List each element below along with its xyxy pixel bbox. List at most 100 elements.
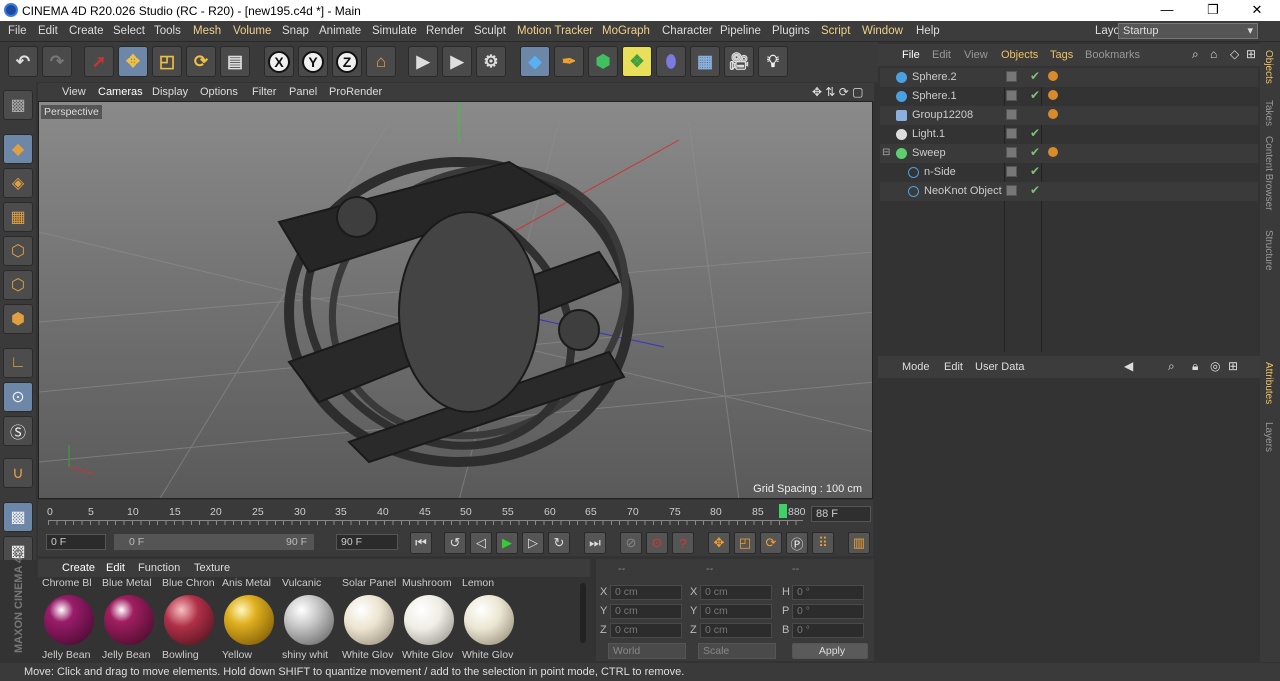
back-arrow-icon[interactable]: ◀ [1124, 359, 1133, 373]
attr-menu-mode[interactable]: Mode [902, 361, 930, 373]
object-row-group12208[interactable]: Group12208 [880, 106, 1258, 125]
minimize-button[interactable]: — [1144, 0, 1190, 21]
recent-tools-button[interactable]: ▤ [220, 46, 250, 77]
material-swatch[interactable]: Mushroom White Glov [400, 577, 458, 661]
viewport-menu-display[interactable]: Display [152, 86, 188, 98]
attr-menu-user-data[interactable]: User Data [975, 361, 1025, 373]
end-frame-field[interactable]: 90 F [336, 534, 398, 550]
menu-character[interactable]: Character [662, 25, 713, 37]
target-icon[interactable]: ◎ [1210, 359, 1220, 373]
menu-script[interactable]: Script [821, 25, 850, 37]
home-icon[interactable]: ⌂ [1210, 47, 1217, 61]
om-menu-tags[interactable]: Tags [1050, 49, 1073, 61]
material-swatch[interactable]: Blue Metal Jelly Bean [100, 577, 158, 661]
cloner-button[interactable]: ❖ [622, 46, 652, 77]
rot-b-field[interactable]: 0 ° [792, 623, 864, 638]
rotate-tool-button[interactable]: ⟳ [186, 46, 216, 77]
menu-select[interactable]: Select [113, 25, 145, 37]
points-mode-button[interactable]: ⬡ [3, 236, 33, 266]
workplane-lock-button[interactable]: ▩ [3, 502, 33, 532]
frame-range-slider[interactable]: 0 F 90 F [114, 534, 314, 550]
material-swatch[interactable]: Chrome Bl Jelly Bean [40, 577, 98, 661]
autokey-button[interactable]: ⊙ [646, 532, 668, 554]
floor-button[interactable]: ▦ [690, 46, 720, 77]
viewport-menu-panel[interactable]: Panel [289, 86, 317, 98]
viewport-menu-prorender[interactable]: ProRender [329, 86, 382, 98]
material-swatch[interactable]: Blue Chron Bowling [160, 577, 218, 661]
pos-x-field[interactable]: 0 cm [610, 585, 682, 600]
object-row-neoknot[interactable]: NeoKnot Object ✔ [880, 182, 1258, 201]
y-axis-lock-button[interactable]: Y [298, 46, 328, 77]
tab-attributes[interactable]: Attributes [1263, 362, 1274, 404]
menu-render[interactable]: Render [426, 25, 464, 37]
enabled-check-icon[interactable]: ✔ [1030, 164, 1040, 178]
texture-mode-button[interactable]: ◈ [3, 168, 33, 198]
undo-button[interactable]: ↶ [8, 46, 38, 77]
viewport-menu-filter[interactable]: Filter [252, 86, 276, 98]
menu-help[interactable]: Help [916, 25, 940, 37]
scale-tool-button[interactable]: ◰ [152, 46, 182, 77]
attr-menu-edit[interactable]: Edit [944, 361, 963, 373]
tab-structure[interactable]: Structure [1263, 230, 1274, 271]
x-axis-lock-button[interactable]: X [264, 46, 294, 77]
material-swatch[interactable]: Solar Panel White Glov [340, 577, 398, 661]
viewport-nav-icons[interactable]: ✥ ⇅ ⟳ ▢ [812, 85, 864, 99]
new-panel-icon[interactable]: ⊞ [1246, 47, 1256, 61]
model-mode-button[interactable]: ◆ [3, 134, 33, 164]
snap-button[interactable]: Ⓢ [3, 416, 33, 446]
visibility-toggle[interactable] [1006, 147, 1017, 158]
menu-create[interactable]: Create [69, 25, 104, 37]
axis-mode-button[interactable]: ∟ [3, 348, 33, 378]
menu-snap[interactable]: Snap [282, 25, 309, 37]
size-z-field[interactable]: 0 cm [700, 623, 772, 638]
lock-icon[interactable]: 🔒︎ [1192, 359, 1198, 374]
size-mode-dropdown[interactable]: Scale [698, 643, 776, 659]
om-menu-edit[interactable]: Edit [932, 49, 951, 61]
menu-edit[interactable]: Edit [38, 25, 58, 37]
object-row-sphere-1[interactable]: Sphere.1 ✔ [880, 87, 1258, 106]
viewport-menu-view[interactable]: View [62, 86, 86, 98]
render-settings-button[interactable]: ⚙ [476, 46, 506, 77]
object-row-n-side[interactable]: n-Side ✔ [880, 163, 1258, 182]
size-x-field[interactable]: 0 cm [700, 585, 772, 600]
rot-h-field[interactable]: 0 ° [792, 585, 864, 600]
camera-label[interactable]: Perspective [41, 105, 102, 119]
enabled-check-icon[interactable]: ✔ [1030, 126, 1040, 140]
current-frame-field[interactable]: 88 F [811, 506, 871, 522]
object-row-sweep[interactable]: ⊟ Sweep ✔ [880, 144, 1258, 163]
key-rotation-button[interactable]: ⟳ [760, 532, 782, 554]
coordinate-space-dropdown[interactable]: World [608, 643, 686, 659]
viewport-menu-options[interactable]: Options [200, 86, 238, 98]
make-editable-button[interactable]: ▩ [3, 90, 33, 120]
object-row-sphere-2[interactable]: Sphere.2 ✔ [880, 68, 1258, 87]
pos-y-field[interactable]: 0 cm [610, 604, 682, 619]
visibility-toggle[interactable] [1006, 71, 1017, 82]
menu-mesh[interactable]: Mesh [193, 25, 221, 37]
viewport-menu-cameras[interactable]: Cameras [98, 86, 143, 98]
enabled-check-icon[interactable]: ✔ [1030, 88, 1040, 102]
workplane-mode-button[interactable]: ▦ [3, 202, 33, 232]
size-y-field[interactable]: 0 cm [700, 604, 772, 619]
pos-z-field[interactable]: 0 cm [610, 623, 682, 638]
play-button[interactable]: ▶ [496, 532, 518, 554]
go-to-start-button[interactable]: ⏮ [410, 532, 432, 554]
filter-icon[interactable]: ◇ [1230, 47, 1239, 61]
tab-content-browser[interactable]: Content Browser [1263, 136, 1274, 210]
previous-key-button[interactable]: ↺ [444, 532, 466, 554]
timeline-window-button[interactable]: ▥ [848, 532, 870, 554]
material-swatch[interactable]: Anis Metal Yellow [220, 577, 278, 661]
go-to-end-button[interactable]: ⏭ [584, 532, 606, 554]
close-button[interactable]: ✕ [1234, 0, 1280, 21]
material-tag-icon[interactable] [1048, 147, 1058, 157]
previous-frame-button[interactable]: ◁ [470, 532, 492, 554]
tab-objects[interactable]: Objects [1263, 50, 1274, 84]
object-row-light-1[interactable]: Light.1 ✔ [880, 125, 1258, 144]
enabled-check-icon[interactable]: ✔ [1030, 145, 1040, 159]
om-menu-view[interactable]: View [964, 49, 988, 61]
om-menu-bookmarks[interactable]: Bookmarks [1085, 49, 1140, 61]
visibility-toggle[interactable] [1006, 90, 1017, 101]
keyframe-help-button[interactable]: ? [672, 532, 694, 554]
search-icon[interactable]: ⌕ [1168, 359, 1175, 374]
edges-mode-button[interactable]: ⬡ [3, 270, 33, 300]
om-menu-objects[interactable]: Objects [1001, 49, 1038, 61]
